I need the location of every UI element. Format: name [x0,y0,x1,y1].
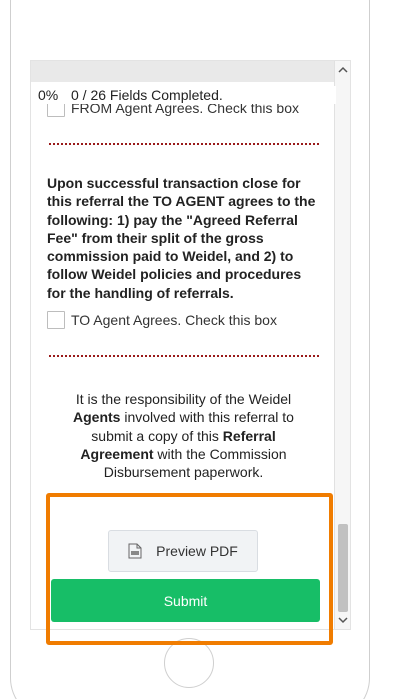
submit-button[interactable]: Submit [51,579,320,622]
vertical-scrollbar[interactable] [334,61,350,629]
chevron-up-icon[interactable] [337,64,349,76]
to-agent-agreement-text: Upon successful transaction close for th… [47,175,316,301]
fields-completed-text: 0 / 26 Fields Completed. [71,87,223,103]
pdf-file-icon [128,543,142,559]
progress-indicator: 0% 0 / 26 Fields Completed. [31,86,336,104]
section-divider [49,355,319,357]
chevron-down-icon[interactable] [337,614,349,626]
device-stage: 0% 0 / 26 Fields Completed. FROM Agent A… [0,0,401,699]
form-actions: Preview PDF Submit [31,494,336,629]
to-agent-checkbox-label: TO Agent Agrees. Check this box [71,312,277,328]
responsibility-text-part: It is the responsibility of the Weidel [75,391,292,407]
to-agent-agree-row[interactable]: TO Agent Agrees. Check this box [47,311,277,329]
form-content: 0% 0 / 26 Fields Completed. FROM Agent A… [31,82,336,629]
progress-percent: 0% [38,87,59,103]
to-agent-checkbox[interactable] [47,311,65,329]
form-viewport: 0% 0 / 26 Fields Completed. FROM Agent A… [30,60,351,630]
scrollbar-thumb[interactable] [338,524,348,612]
responsibility-text-bold: Agents [73,409,121,426]
section-divider [49,143,319,145]
responsibility-text: It is the responsibility of the Weidel A… [61,390,306,481]
home-button[interactable] [164,638,214,688]
form-header-bar [31,61,336,82]
preview-pdf-button[interactable]: Preview PDF [108,530,258,572]
submit-label: Submit [163,592,208,609]
preview-pdf-label: Preview PDF [156,543,238,559]
